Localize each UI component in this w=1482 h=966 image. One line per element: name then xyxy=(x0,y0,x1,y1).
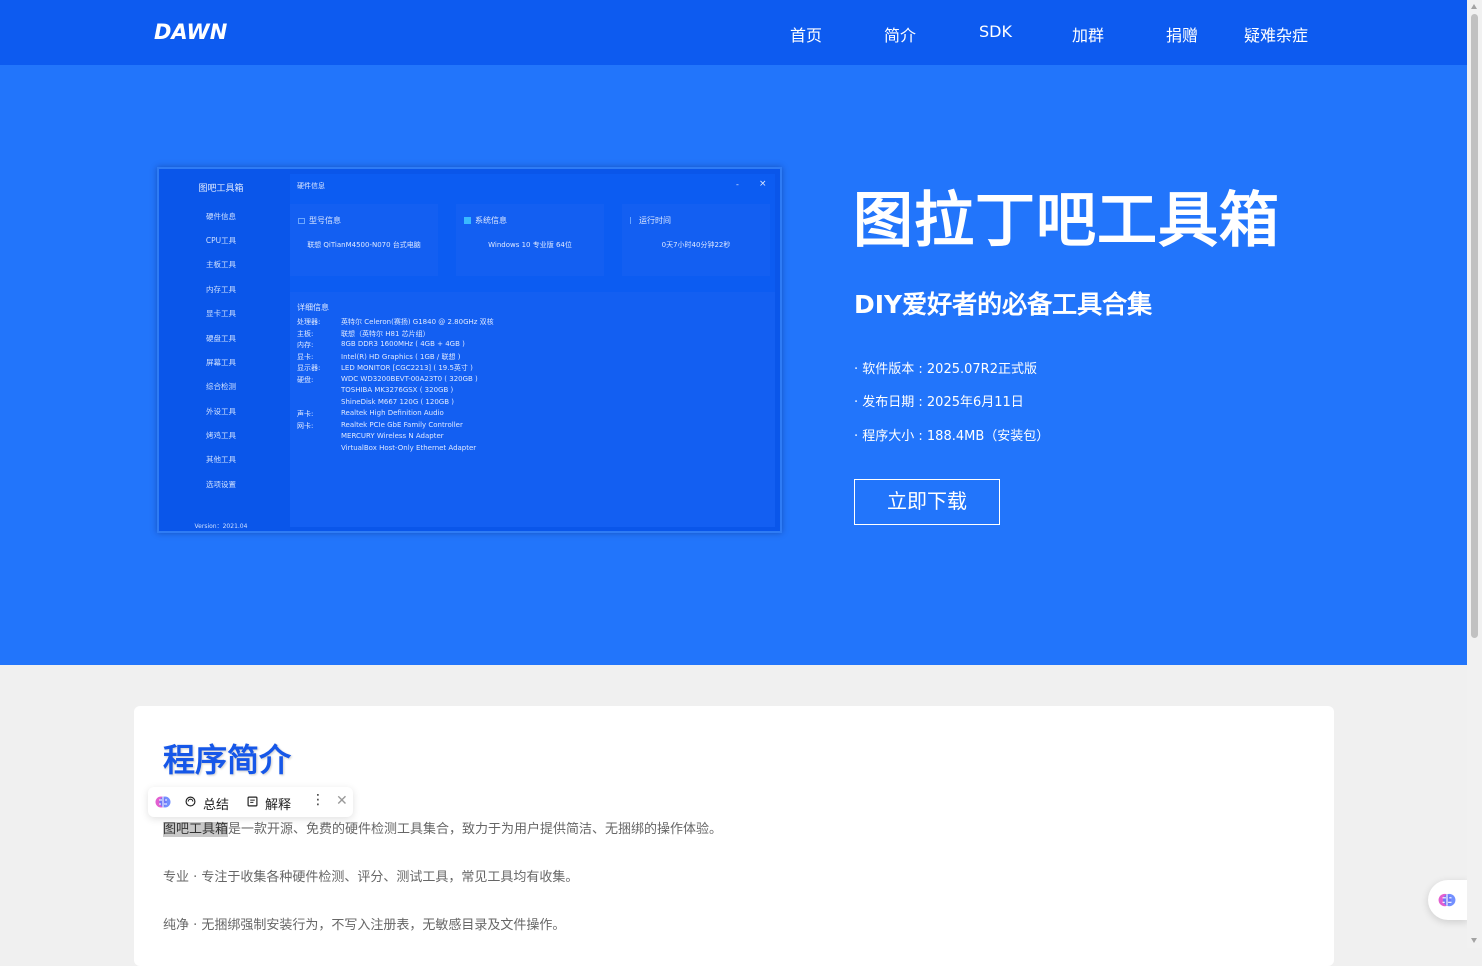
ai-brain-icon xyxy=(1438,893,1456,907)
explain-icon[interactable] xyxy=(247,796,258,807)
app-sidebar-item: 其他工具 xyxy=(206,455,236,464)
summary-icon[interactable] xyxy=(185,796,196,807)
more-options-icon[interactable]: ⋮ xyxy=(311,792,325,808)
selected-text[interactable]: 图吧工具箱 xyxy=(163,822,229,837)
close-icon[interactable]: ✕ xyxy=(336,793,348,809)
app-card-model: 型号信息 联想 QiTianM4500-N070 台式电脑 xyxy=(290,204,438,276)
hero-subtitle: DIY爱好者的必备工具合集 xyxy=(854,290,1153,319)
nav-sdk[interactable]: SDK xyxy=(979,22,1012,41)
app-sidebar-item: 烤鸡工具 xyxy=(206,431,236,440)
app-card-value: 0天7小时40分钟22秒 xyxy=(661,241,731,249)
app-title: 图吧工具箱 xyxy=(198,184,244,194)
nav-donate[interactable]: 捐赠 xyxy=(1166,22,1198,46)
scroll-up-arrow-icon[interactable] xyxy=(1471,4,1477,9)
nav-intro[interactable]: 简介 xyxy=(884,22,916,46)
app-detail-title: 详细信息 xyxy=(297,303,329,312)
app-sidebar-item: 选项设置 xyxy=(206,480,236,489)
monitor-icon xyxy=(298,218,305,224)
intro-paragraph-3: 纯净 · 无捆绑强制安装行为，不写入注册表，无敏感目录及文件操作。 xyxy=(163,918,566,933)
scrollbar-thumb[interactable] xyxy=(1471,14,1478,638)
explain-button[interactable]: 解释 xyxy=(265,794,291,813)
intro-paragraph-2: 专业 · 专注于收集各种硬件检测、评分、测试工具，常见工具均有收集。 xyxy=(163,870,579,885)
ai-selection-toolbar: 总结 解释 ⋮ ✕ xyxy=(148,787,353,817)
app-sidebar-item: CPU工具 xyxy=(205,236,237,245)
close-icon: × xyxy=(759,179,767,189)
app-card-uptime: 运行时间 0天7小时40分钟22秒 xyxy=(622,204,770,276)
release-date: · 发布日期 : 2025年6月11日 xyxy=(854,395,1024,410)
app-card-value: 联想 QiTianM4500-N070 台式电脑 xyxy=(307,241,421,249)
download-button[interactable]: 立即下载 xyxy=(854,479,1000,525)
intro-paragraph-1: 图吧工具箱是一款开源、免费的硬件检测工具集合，致力于为用户提供简洁、无捆绑的操作… xyxy=(163,822,723,837)
app-sidebar-item: 外设工具 xyxy=(206,407,236,416)
app-sidebar-item: 显卡工具 xyxy=(206,309,236,318)
app-sidebar-item: 综合检测 xyxy=(206,382,236,391)
app-sidebar-item: 屏幕工具 xyxy=(206,358,236,367)
app-window-title: 硬件信息 xyxy=(297,182,325,190)
page-scrollbar[interactable] xyxy=(1467,0,1482,948)
summarize-button[interactable]: 总结 xyxy=(203,794,229,813)
app-card-title: 型号信息 xyxy=(309,216,341,225)
hero-title: 图拉丁吧工具箱 xyxy=(853,186,1280,256)
scroll-down-arrow-icon[interactable] xyxy=(1471,938,1477,943)
section-title: 程序简介 xyxy=(163,741,292,779)
app-sidebar-item: 硬件信息 xyxy=(206,212,236,221)
program-size: · 程序大小 : 188.4MB（安装包） xyxy=(854,429,1050,444)
app-sidebar-item: 内存工具 xyxy=(206,285,236,294)
app-card-system: 系统信息 Windows 10 专业版 64位 xyxy=(456,204,604,276)
app-sidebar-item: 主板工具 xyxy=(206,260,236,269)
nav-join-group[interactable]: 加群 xyxy=(1072,22,1104,46)
app-card-value: Windows 10 专业版 64位 xyxy=(488,241,572,249)
top-navbar: DAWN 首页 简介 SDK 加群 捐赠 疑难杂症 xyxy=(0,0,1467,65)
app-sidebar-item: 硬盘工具 xyxy=(206,334,236,343)
nav-faq[interactable]: 疑难杂症 xyxy=(1244,22,1308,46)
site-logo[interactable]: DAWN xyxy=(154,20,227,44)
nav-home[interactable]: 首页 xyxy=(790,22,822,46)
app-main-panel: 硬件信息 - × 型号信息 联想 QiTianM4500-N070 台式电脑 系… xyxy=(290,174,775,527)
minimize-icon: - xyxy=(736,180,739,189)
windows-icon xyxy=(464,217,471,224)
software-version: · 软件版本 : 2025.07R2正式版 xyxy=(854,362,1037,377)
app-card-title: 运行时间 xyxy=(639,216,671,225)
app-card-title: 系统信息 xyxy=(475,216,507,225)
ai-brain-icon[interactable] xyxy=(155,794,171,810)
app-screenshot-preview: 图吧工具箱 硬件信息 CPU工具 主板工具 内存工具 显卡工具 硬盘工具 屏幕工… xyxy=(157,167,782,533)
app-version: Version：2021.04 xyxy=(194,523,248,530)
ai-assistant-float-button[interactable] xyxy=(1428,880,1468,920)
app-detail-panel: 详细信息 处理器: 英特尔 Celeron(赛扬) G1840 @ 2.80GHz… xyxy=(290,292,775,527)
app-sidebar: 图吧工具箱 硬件信息 CPU工具 主板工具 内存工具 显卡工具 硬盘工具 屏幕工… xyxy=(159,169,286,531)
clock-icon xyxy=(630,217,635,224)
